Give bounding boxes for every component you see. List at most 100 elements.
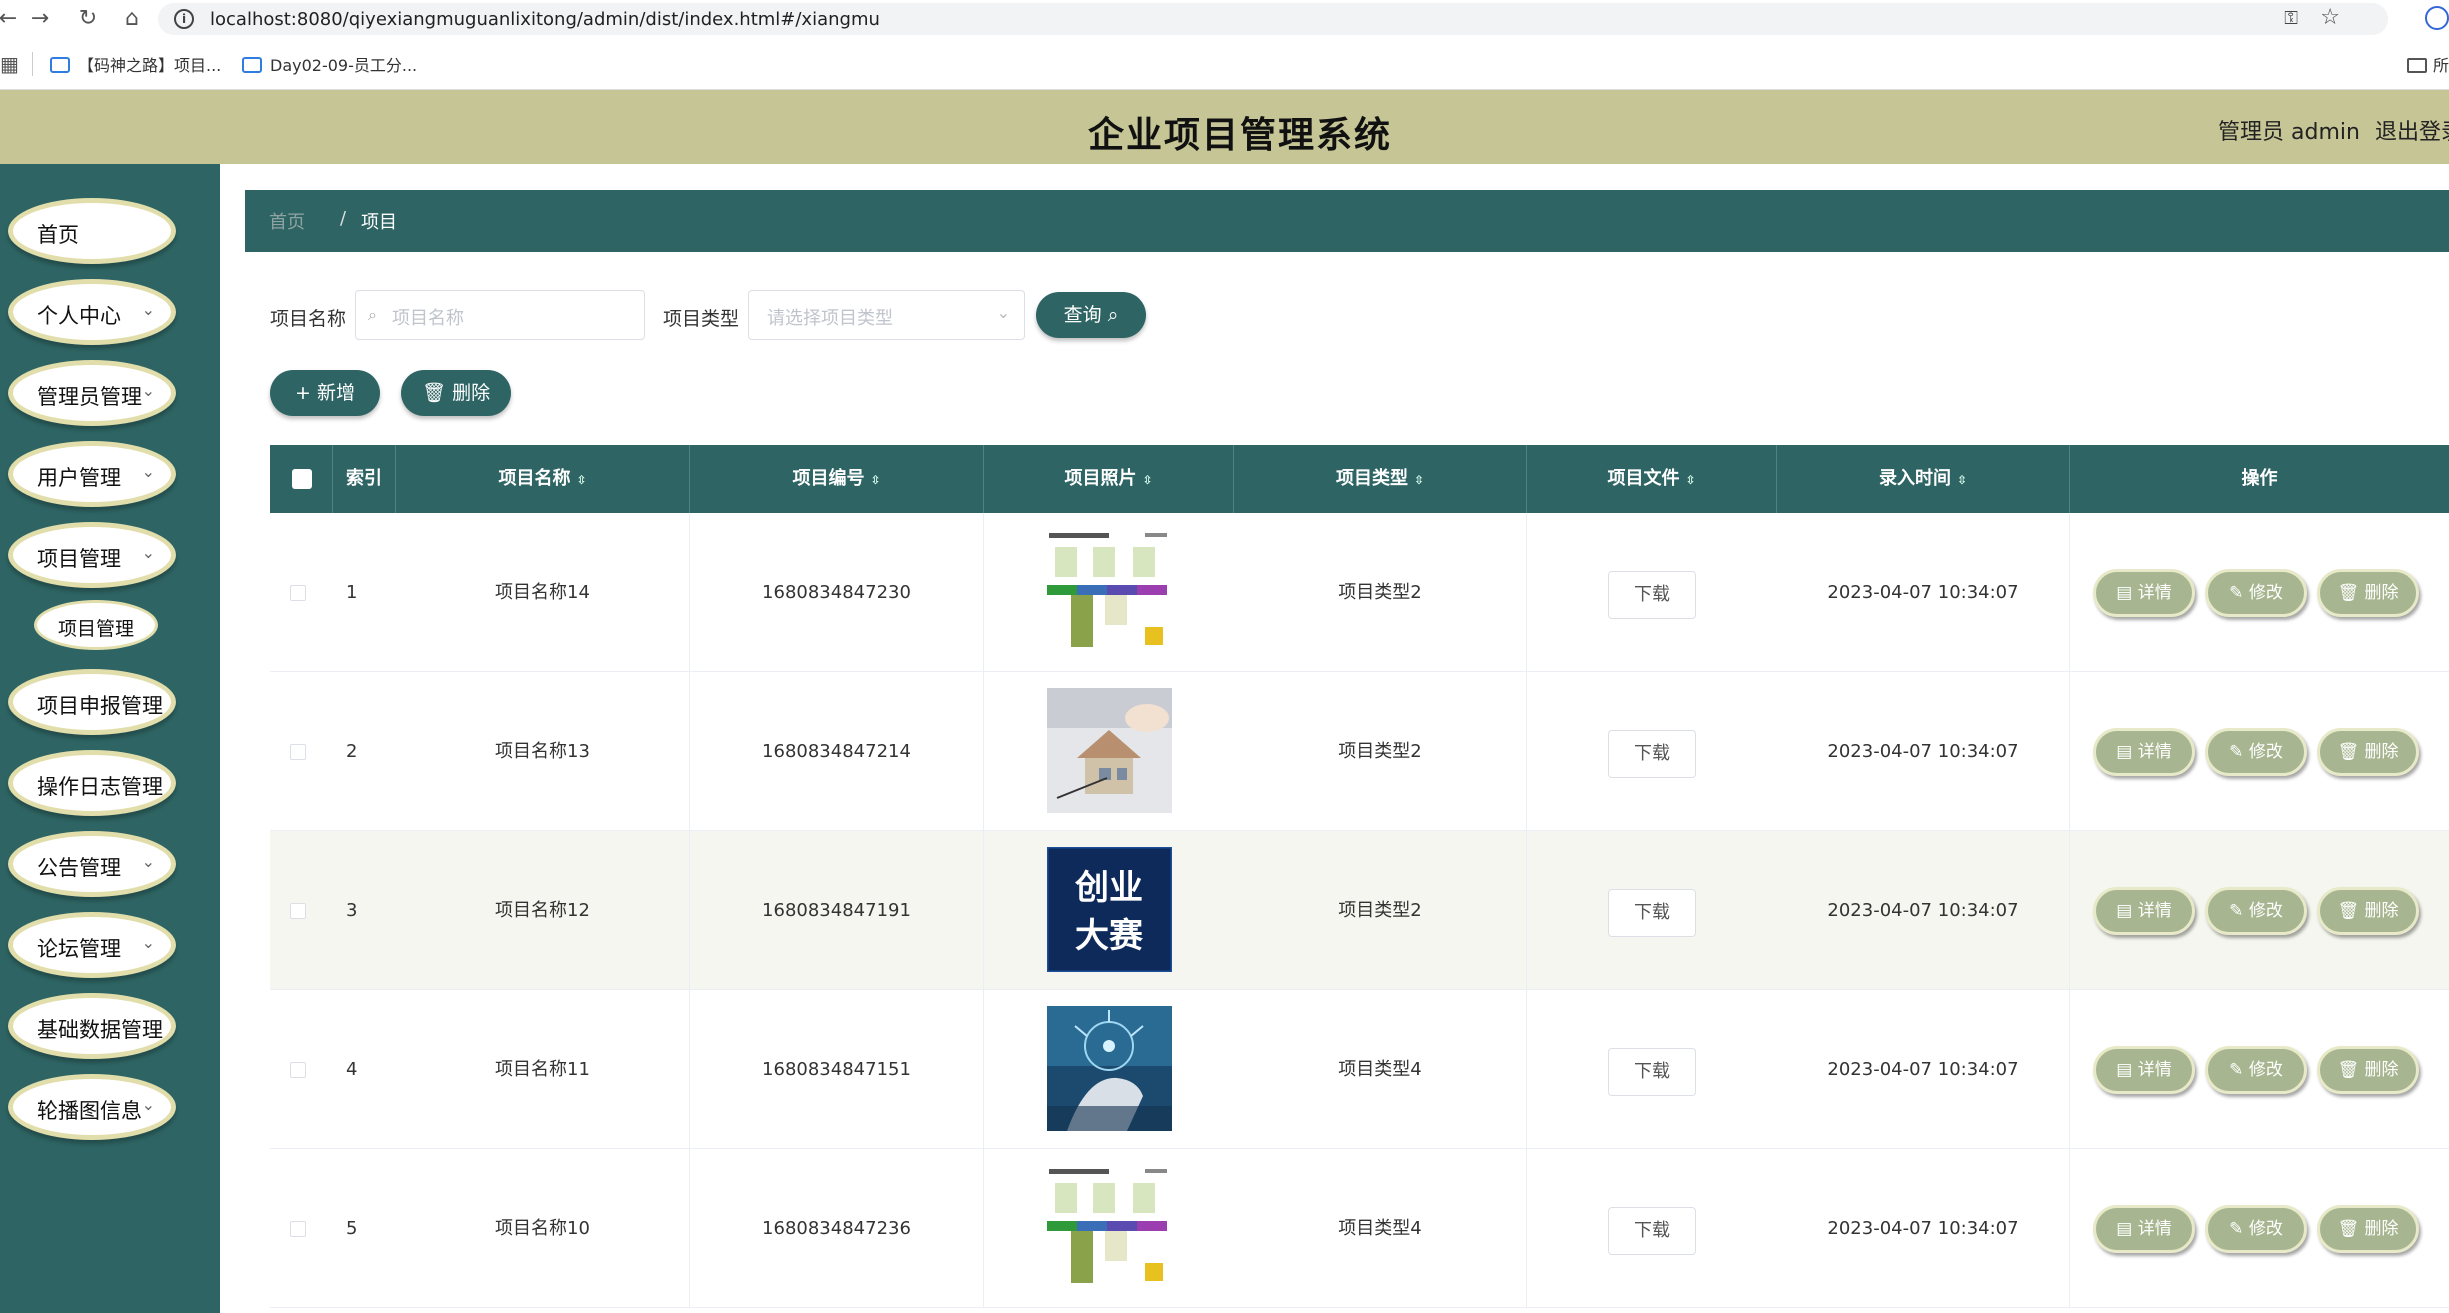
project-photo-infographic[interactable] — [1047, 529, 1172, 654]
column-file[interactable]: 项目文件 ⇳ — [1527, 445, 1777, 513]
sidebar-item-project-applications[interactable]: 项目申报管理 — [8, 669, 176, 735]
batch-delete-label: 删除 — [452, 382, 491, 404]
cell-name: 项目名称11 — [396, 990, 690, 1149]
breadcrumb-current: 项目 — [361, 212, 397, 233]
reload-icon[interactable]: ↻ — [74, 6, 102, 34]
sidebar-item-forum[interactable]: 论坛管理 ⌄ — [8, 912, 176, 978]
add-button[interactable]: + 新增 — [270, 370, 380, 416]
row-index: 3 — [346, 900, 358, 921]
project-name-input[interactable]: ⌕ 项目名称 — [355, 290, 645, 340]
edit-button[interactable]: ✎ 修改 — [2205, 1046, 2307, 1094]
sidebar-item-operation-logs[interactable]: 操作日志管理 — [8, 750, 176, 816]
sidebar-item-carousel[interactable]: 轮播图信息 ⌄ — [8, 1074, 176, 1140]
table-row: 4 项目名称11 1680834847151 下载 ▤ 详情 ✎ 修改 🗑 删除… — [270, 990, 2449, 1149]
bookmark-item[interactable]: Day02-09-员工分... — [242, 52, 417, 76]
sidebar-item-label: 论坛管理 — [37, 937, 121, 961]
cell-time: 2023-04-07 10:34:07 — [1777, 672, 2070, 831]
bookmark-item[interactable]: 【码神之路】项目... — [50, 52, 221, 76]
forward-icon[interactable]: → — [26, 6, 54, 34]
delete-button[interactable]: 🗑 删除 — [2317, 569, 2419, 617]
sidebar-item-announcements[interactable]: 公告管理 ⌄ — [8, 831, 176, 897]
sidebar-item-home[interactable]: 首页 — [8, 198, 176, 264]
sidebar-item-profile[interactable]: 个人中心 ⌄ — [8, 279, 176, 345]
delete-button[interactable]: 🗑 删除 — [2317, 1046, 2419, 1094]
breadcrumb: 首页 / 项目 — [245, 190, 2449, 252]
sidebar-item-admins[interactable]: 管理员管理 ⌄ — [8, 360, 176, 426]
sidebar-item-projects[interactable]: 项目管理 ⌄ — [8, 522, 176, 588]
bookmarks-divider — [32, 52, 33, 76]
sidebar-item-label: 基础数据管理 — [37, 1018, 163, 1042]
edit-button[interactable]: ✎ 修改 — [2205, 569, 2307, 617]
home-icon[interactable]: ⌂ — [118, 6, 146, 34]
download-button[interactable]: 下载 — [1608, 730, 1696, 778]
table-row: 1 项目名称14 1680834847230 下载 ▤ 详情 ✎ 修改 🗑 删除… — [270, 513, 2449, 672]
sort-icon[interactable]: ⇳ — [1414, 473, 1424, 487]
detail-button[interactable]: ▤ 详情 — [2093, 887, 2195, 935]
download-button[interactable]: 下载 — [1608, 571, 1696, 619]
project-type-select[interactable]: 请选择项目类型 ⌄ — [748, 290, 1025, 340]
logout-button[interactable]: 退出登录 — [2375, 114, 2449, 146]
sort-icon[interactable]: ⇳ — [576, 473, 586, 487]
breadcrumb-home[interactable]: 首页 — [269, 208, 305, 234]
sort-icon[interactable]: ⇳ — [870, 473, 880, 487]
sort-icon[interactable]: ⇳ — [1142, 473, 1152, 487]
document-icon: ▤ — [2116, 742, 2138, 762]
row-checkbox[interactable] — [290, 1062, 306, 1078]
download-button[interactable]: 下载 — [1608, 889, 1696, 937]
edit-button[interactable]: ✎ 修改 — [2205, 887, 2307, 935]
site-info-icon[interactable]: i — [174, 9, 194, 29]
address-bar[interactable]: i localhost:8080/qiyexiangmuguanlixitong… — [158, 3, 2388, 35]
edit-button[interactable]: ✎ 修改 — [2205, 728, 2307, 776]
detail-button[interactable]: ▤ 详情 — [2093, 728, 2195, 776]
sidebar-item-users[interactable]: 用户管理 ⌄ — [8, 441, 176, 507]
back-icon[interactable]: ← — [0, 6, 22, 34]
document-icon: ▤ — [2116, 1060, 2138, 1080]
column-type[interactable]: 项目类型 ⇳ — [1234, 445, 1527, 513]
project-photo-tech-hand[interactable] — [1047, 1006, 1172, 1131]
column-photo[interactable]: 项目照片 ⇳ — [984, 445, 1234, 513]
delete-button[interactable]: 🗑 删除 — [2317, 887, 2419, 935]
sort-icon[interactable]: ⇳ — [1957, 473, 1967, 487]
sidebar-item-basic-data[interactable]: 基础数据管理 — [8, 993, 176, 1059]
row-checkbox[interactable] — [290, 903, 306, 919]
delete-button[interactable]: 🗑 删除 — [2317, 728, 2419, 776]
password-key-icon[interactable]: ⚿ — [2284, 8, 2298, 29]
select-all-checkbox[interactable] — [292, 469, 312, 489]
download-button[interactable]: 下载 — [1608, 1207, 1696, 1255]
detail-button[interactable]: ▤ 详情 — [2093, 1205, 2195, 1253]
detail-button[interactable]: ▤ 详情 — [2093, 1046, 2195, 1094]
chevron-down-icon: ⌄ — [996, 303, 1010, 322]
column-code[interactable]: 项目编号 ⇳ — [690, 445, 984, 513]
project-photo-infographic[interactable] — [1047, 1165, 1172, 1290]
submenu-item-label: 项目管理 — [57, 618, 134, 640]
submenu-item-projects[interactable]: 项目管理 — [34, 600, 158, 650]
apps-grid-icon[interactable]: ▦ — [0, 52, 19, 76]
row-checkbox[interactable] — [290, 1221, 306, 1237]
trash-icon: 🗑 — [2337, 901, 2365, 921]
project-photo-house-model[interactable] — [1047, 688, 1172, 813]
pencil-icon: ✎ — [2229, 742, 2249, 762]
poster-text: 创业 — [1074, 868, 1143, 908]
chevron-down-icon: ⌄ — [141, 1095, 155, 1114]
bookmark-star-icon[interactable]: ☆ — [2320, 5, 2340, 30]
project-photo-contest-poster[interactable]: 创业 大赛 — [1047, 847, 1172, 972]
row-checkbox[interactable] — [290, 585, 306, 601]
row-checkbox[interactable] — [290, 744, 306, 760]
download-button[interactable]: 下载 — [1608, 1048, 1696, 1096]
batch-delete-button[interactable]: 🗑 删除 — [401, 370, 511, 416]
cell-time: 2023-04-07 10:34:07 — [1777, 990, 2070, 1149]
sidebar-item-label: 项目申报管理 — [37, 694, 163, 718]
sort-icon[interactable]: ⇳ — [1685, 473, 1695, 487]
bookmark-folder[interactable]: 所 — [2406, 52, 2449, 76]
delete-button[interactable]: 🗑 删除 — [2317, 1205, 2419, 1253]
column-name[interactable]: 项目名称 ⇳ — [396, 445, 690, 513]
query-button[interactable]: 查询 ⌕ — [1036, 292, 1146, 338]
detail-button[interactable]: ▤ 详情 — [2093, 569, 2195, 617]
column-time[interactable]: 录入时间 ⇳ — [1777, 445, 2070, 513]
cell-name: 项目名称10 — [396, 1149, 690, 1308]
cell-type: 项目类型4 — [1234, 1149, 1527, 1308]
sidebar-item-label: 用户管理 — [37, 466, 121, 490]
cell-code: 1680834847151 — [690, 990, 984, 1149]
profile-icon[interactable] — [2425, 6, 2449, 30]
edit-button[interactable]: ✎ 修改 — [2205, 1205, 2307, 1253]
